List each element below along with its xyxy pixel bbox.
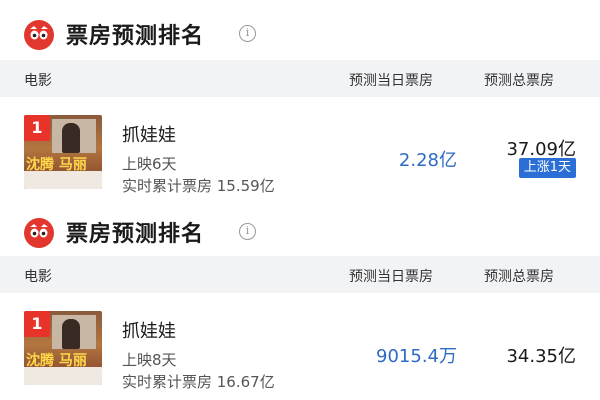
card-title-bar: 票房预测排名 i [0,0,600,60]
predicted-day-box-office: 2.28亿 [398,150,457,171]
days-released: 上映8天 [122,351,177,369]
movie-title[interactable]: 抓娃娃 [122,317,176,343]
days-released: 上映6天 [122,155,177,173]
column-header-total-box: 预测总票房 [484,269,554,285]
info-icon[interactable]: i [239,25,256,42]
predicted-day-box-office: 9015.4万 [376,346,457,367]
poster-text: 沈腾 马丽 [26,353,87,369]
maoyan-logo-icon [24,20,54,50]
page-title: 票房预测排名 [66,222,205,247]
column-header-total-box: 预测总票房 [484,73,554,89]
rank-badge: 1 [24,311,50,337]
box-office-forecast-card-1: 票房预测排名 i 电影 预测当日票房 预测总票房 沈腾 马丽 1 抓娃娃 上映6… [0,0,600,204]
page-title: 票房预测排名 [66,24,205,49]
poster-text: 沈腾 马丽 [26,157,87,173]
table-header: 电影 预测当日票房 预测总票房 [0,256,600,293]
cumulative-box-office: 实时累计票房 16.67亿 [122,373,275,391]
table-header: 电影 预测当日票房 预测总票房 [0,60,600,97]
poster-figure [62,123,80,153]
info-icon[interactable]: i [239,223,256,240]
predicted-total-box-office: 34.35亿 [506,346,576,367]
column-header-movie: 电影 [24,269,52,285]
maoyan-logo-icon [24,218,54,248]
column-header-day-box: 预测当日票房 [349,73,433,89]
column-header-movie: 电影 [24,73,52,89]
box-office-forecast-card-2: 票房预测排名 i 电影 预测当日票房 预测总票房 沈腾 马丽 1 抓娃娃 上映8… [0,198,600,400]
poster-figure [62,319,80,349]
rank-badge: 1 [24,115,50,141]
movie-row[interactable]: 沈腾 马丽 1 抓娃娃 上映8天 实时累计票房 16.67亿 9015.4万 3… [0,293,600,400]
column-header-day-box: 预测当日票房 [349,269,433,285]
cumulative-box-office: 实时累计票房 15.59亿 [122,177,275,195]
movie-row[interactable]: 沈腾 马丽 1 抓娃娃 上映6天 实时累计票房 15.59亿 2.28亿 37.… [0,97,600,204]
card-title-bar: 票房预测排名 i [0,198,600,258]
trend-badge: 上涨1天 [518,158,576,178]
movie-title[interactable]: 抓娃娃 [122,121,176,147]
